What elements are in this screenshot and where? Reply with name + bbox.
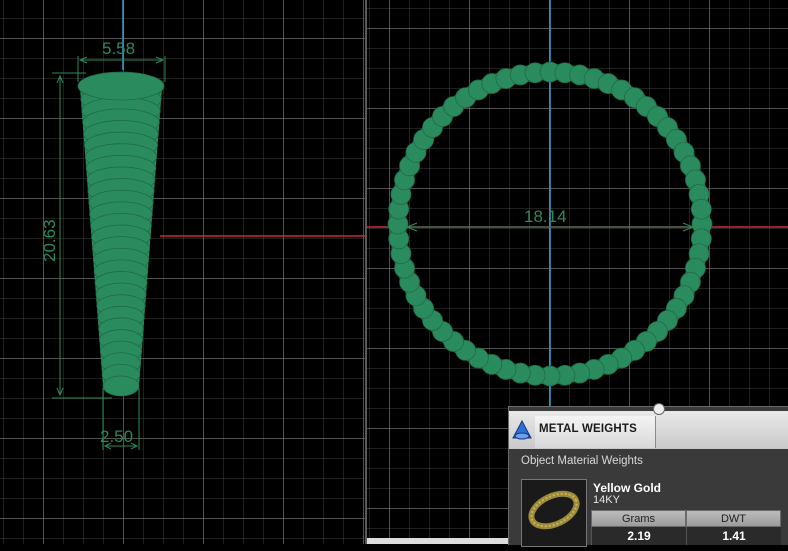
diameter-label: 18.14 [524,207,567,226]
weights-table-header: Grams DWT [591,510,781,527]
ring-thumbnail-icon [528,490,580,530]
grams-column-header: Grams [591,510,686,527]
metal-weights-panel: METAL WEIGHTS Object Material Weights Ye… [508,403,788,547]
weights-table-row: 2.19 1.41 [591,527,781,545]
panel-header[interactable]: METAL WEIGHTS [509,411,788,449]
panel-grip-handle[interactable] [653,403,665,415]
weights-table: Grams DWT 2.19 1.41 [591,510,781,545]
side-view-scene: 5.58 20.63 2.50 [40,0,365,450]
side-view-viewport[interactable]: 5.58 20.63 2.50 [0,0,365,544]
material-name: Yellow Gold [593,481,662,495]
metal-weights-icon [512,419,532,440]
height-label: 20.63 [40,219,59,262]
ring-profile-model [77,71,165,397]
grams-value: 2.19 [591,527,686,545]
panel-subtitle: Object Material Weights [521,455,643,467]
dwt-value: 1.41 [686,527,781,545]
material-thumbnail [521,479,587,547]
bottom-width-label: 2.50 [100,427,133,446]
dwt-column-header: DWT [686,510,781,527]
status-strip [367,538,508,544]
panel-title: METAL WEIGHTS [539,423,638,435]
material-karat: 14KY [593,494,620,506]
top-width-label: 5.58 [102,39,135,58]
